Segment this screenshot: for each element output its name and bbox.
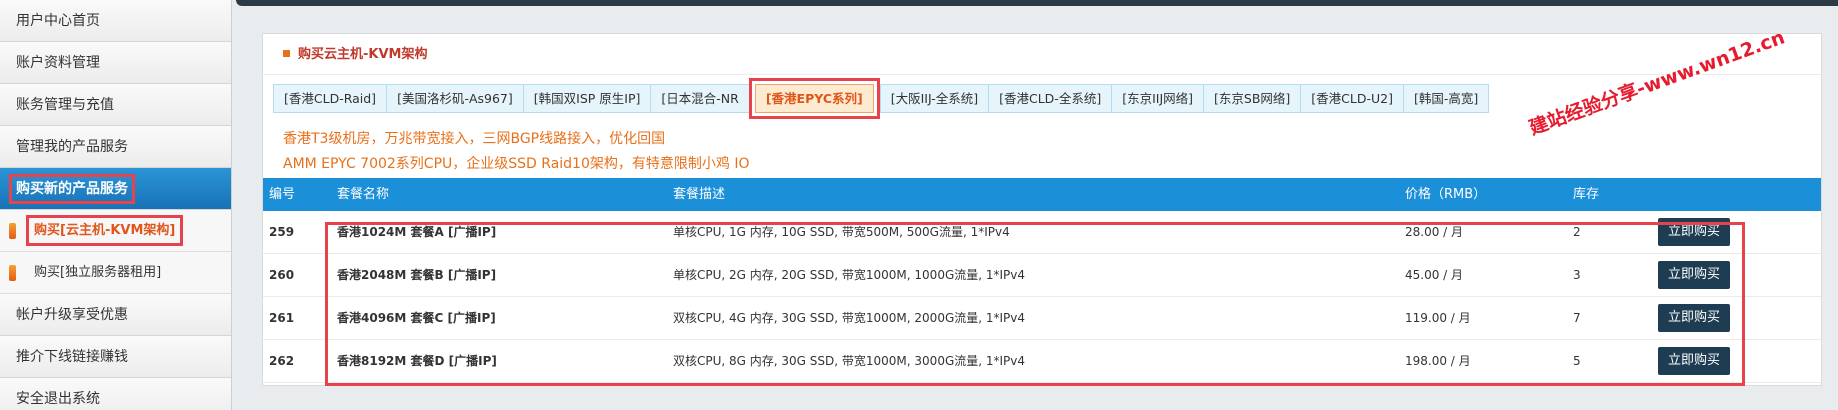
row-stock: 3 [1573,268,1581,282]
sidebar-item-profile[interactable]: 账户资料管理 [0,42,231,84]
sidebar-item-label: 用户中心首页 [16,13,100,29]
buy-now-button[interactable]: 立即购买 [1658,304,1730,332]
tab-hk-cld-all[interactable]: [香港CLD-全系统] [988,84,1113,113]
square-bullet-icon [283,50,290,57]
row-id: 259 [269,225,295,239]
sidebar-item-billing[interactable]: 账务管理与充值 [0,84,231,126]
table-row: 261 香港4096M 套餐C [广播IP] 双核CPU, 4G 内存, 30G… [263,297,1821,340]
description-line: AMM EPYC 7002系列CPU，企业级SSD Raid10架构，有特意限制… [283,156,750,172]
row-spec: 单核CPU, 1G 内存, 10G SSD, 带宽500M, 500G流量, 1… [673,225,1010,239]
row-price: 198.00 / 月 [1405,354,1471,368]
row-spec: 双核CPU, 8G 内存, 30G SSD, 带宽1000M, 3000G流量,… [673,354,1026,368]
bookmark-icon [9,223,16,239]
sidebar-subitem-buy-dedicated[interactable]: 购买[独立服务器租用] [0,252,231,294]
row-name: 香港8192M 套餐D [广播IP] [337,354,497,368]
sidebar-item-label: 账务管理与充值 [16,97,114,113]
panel-title-text: 购买云主机-KVM架构 [298,47,428,62]
row-id: 261 [269,311,295,325]
row-stock: 7 [1573,311,1581,325]
col-header-price: 价格（RMB） [1405,187,1487,202]
tab-jp-mixed[interactable]: [日本混合-NR [650,84,750,113]
tab-osaka-iij[interactable]: [大阪IIJ-全系统] [879,84,990,113]
row-stock: 5 [1573,354,1581,368]
sidebar-item-logout[interactable]: 安全退出系统 [0,378,231,410]
sidebar-item-label: 购买新的产品服务 [9,174,135,204]
sidebar: 用户中心首页 账户资料管理 账务管理与充值 管理我的产品服务 购买新的产品服务 … [0,0,232,410]
sidebar-item-home[interactable]: 用户中心首页 [0,0,231,42]
buy-now-button[interactable]: 立即购买 [1658,347,1730,375]
sidebar-item-my-services[interactable]: 管理我的产品服务 [0,126,231,168]
row-id: 260 [269,268,295,282]
description-line: 香港T3级机房，万兆带宽接入，三网BGP线路接入，优化回国 [283,131,666,147]
sidebar-item-upgrade[interactable]: 帐户升级享受优惠 [0,294,231,336]
sidebar-item-label: 推介下线链接赚钱 [16,349,128,365]
buy-now-button[interactable]: 立即购买 [1658,261,1730,289]
tab-hk-cld-raid[interactable]: [香港CLD-Raid] [273,84,388,113]
row-price: 28.00 / 月 [1405,225,1464,239]
sidebar-item-label: 帐户升级享受优惠 [16,307,128,323]
row-id: 262 [269,354,295,368]
buy-now-button[interactable]: 立即购买 [1658,218,1730,246]
row-price: 119.00 / 月 [1405,311,1471,325]
sidebar-item-buy-new[interactable]: 购买新的产品服务 [0,168,231,210]
row-stock: 2 [1573,225,1581,239]
product-panel: 购买云主机-KVM架构 [香港CLD-Raid] [美国洛杉矶-As967] [… [262,33,1822,386]
sidebar-subitem-label: 购买[云主机-KVM架构] [25,215,184,246]
row-spec: 单核CPU, 2G 内存, 20G SSD, 带宽1000M, 1000G流量,… [673,268,1026,282]
row-price: 45.00 / 月 [1405,268,1464,282]
tab-hk-epyc[interactable]: [香港EPYC系列] [748,78,880,119]
row-name: 香港1024M 套餐A [广播IP] [337,225,497,239]
sidebar-subitem-label: 购买[独立服务器租用] [34,265,162,280]
tab-tokyo-iij[interactable]: [东京IIJ网络] [1111,84,1205,113]
row-spec: 双核CPU, 4G 内存, 30G SSD, 带宽1000M, 2000G流量,… [673,311,1026,325]
tab-hk-cld-u2[interactable]: [香港CLD-U2] [1300,84,1404,113]
region-tabs: [香港CLD-Raid] [美国洛杉矶-As967] [韩国双ISP 原生IP]… [273,78,1490,119]
col-header-stock: 库存 [1573,187,1600,202]
sidebar-subitem-buy-kvm[interactable]: 购买[云主机-KVM架构] [0,210,231,252]
table-row: 259 香港1024M 套餐A [广播IP] 单核CPU, 1G 内存, 10G… [263,211,1821,254]
tab-tokyo-sb[interactable]: [东京SB网络] [1203,84,1302,113]
col-header-id: 编号 [269,187,296,202]
table-header: 编号 套餐名称 套餐描述 价格（RMB） 库存 [263,178,1821,211]
sidebar-item-label: 安全退出系统 [16,391,100,407]
table-row: 262 香港8192M 套餐D [广播IP] 双核CPU, 8G 内存, 30G… [263,340,1821,383]
row-name: 香港4096M 套餐C [广播IP] [337,311,496,325]
col-header-name: 套餐名称 [337,187,390,202]
bookmark-icon [9,265,16,281]
tab-us-la-as967[interactable]: [美国洛杉矶-As967] [386,84,524,113]
panel-title: 购买云主机-KVM架构 [263,34,1821,75]
tab-kr-highbw[interactable]: [韩国-高宽] [1402,84,1490,113]
sidebar-item-referral[interactable]: 推介下线链接赚钱 [0,336,231,378]
col-header-desc: 套餐描述 [673,187,726,202]
table-row: 260 香港2048M 套餐B [广播IP] 单核CPU, 2G 内存, 20G… [263,254,1821,297]
row-name: 香港2048M 套餐B [广播IP] [337,268,497,282]
sidebar-item-label: 管理我的产品服务 [16,139,128,155]
tab-kr-dual-isp[interactable]: [韩国双ISP 原生IP] [522,84,652,113]
top-bar [236,0,1838,6]
sidebar-item-label: 账户资料管理 [16,55,100,71]
